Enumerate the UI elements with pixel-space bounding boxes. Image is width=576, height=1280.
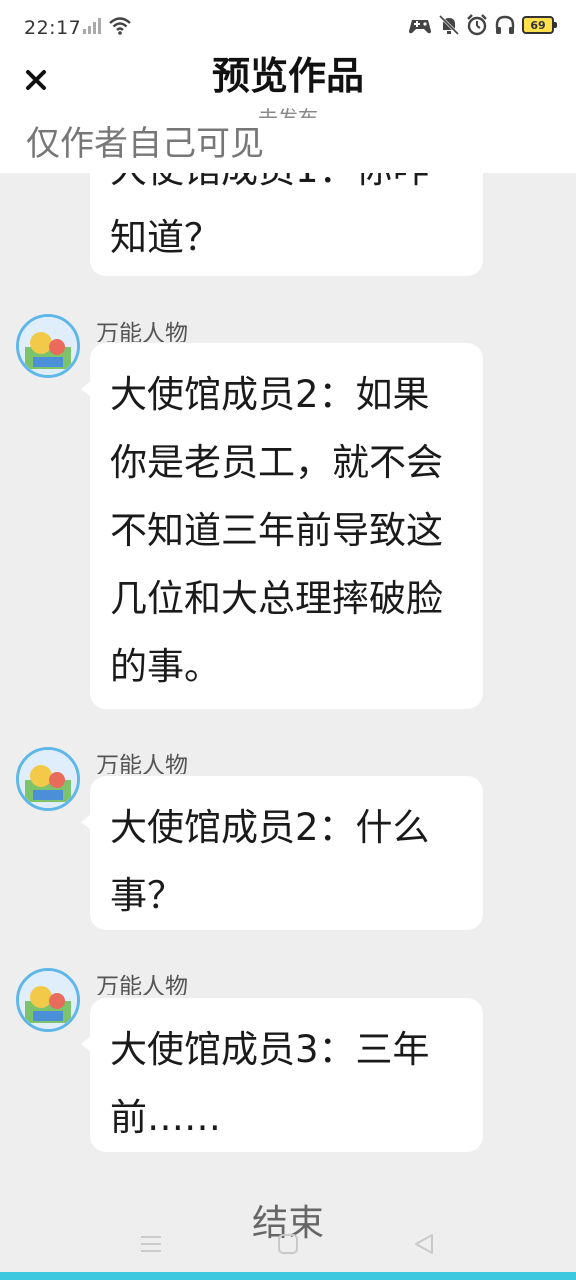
- page-title: 预览作品: [211, 56, 364, 98]
- avatar[interactable]: [16, 747, 80, 811]
- mute-notification-icon: [438, 14, 460, 36]
- status-bar: 22:17 69: [0, 0, 576, 56]
- battery-level: 69: [530, 18, 546, 32]
- menu-icon: [141, 1236, 161, 1252]
- message-text: 大使馆成员3：三年前……: [110, 1028, 430, 1139]
- menu-button[interactable]: [140, 1233, 162, 1259]
- chat-area: 大使馆成员1：你咋知道？ 万能人物 大使馆成员2：如果你是老员工，就不会不知道三…: [0, 0, 576, 1280]
- sender-name: 万能人物: [96, 321, 188, 342]
- avatar[interactable]: [16, 314, 80, 378]
- character-avatar-icon: [19, 971, 77, 1029]
- headphones-icon: [495, 15, 515, 34]
- message-bubble: 大使馆成员2：什么事？: [81, 776, 483, 930]
- preview-header: 预览作品 未发布 仅作者自己可见: [0, 56, 576, 173]
- sender-name: 万能人物: [96, 974, 188, 995]
- message-bubble: 大使馆成员2：如果你是老员工，就不会不知道三年前导致这几位和大总理摔破脸的事。: [81, 343, 483, 709]
- message-text: 大使馆成员2：什么事？: [110, 806, 430, 917]
- wifi-icon: [109, 17, 131, 35]
- sender-name: 万能人物: [96, 753, 188, 774]
- back-button[interactable]: [413, 1233, 435, 1259]
- game-mode-icon: [409, 20, 431, 34]
- back-icon: [415, 1234, 433, 1254]
- battery-icon: 69: [522, 16, 557, 34]
- message-bubble: 大使馆成员3：三年前……: [81, 998, 483, 1152]
- visibility-note: 仅作者自己可见: [26, 124, 264, 164]
- character-avatar-icon: [19, 750, 77, 808]
- cellular-signal-icon: [83, 18, 101, 34]
- home-icon: [278, 1234, 298, 1254]
- status-time: 22:17: [24, 17, 82, 39]
- publish-status: 未发布: [258, 106, 318, 118]
- avatar[interactable]: [16, 968, 80, 1032]
- message-text: 大使馆成员2：如果你是老员工，就不会不知道三年前导致这几位和大总理摔破脸的事。: [110, 373, 443, 688]
- system-nav-bar: [0, 1225, 576, 1270]
- bottom-accent-bar: [0, 1272, 576, 1280]
- character-avatar-icon: [19, 317, 77, 375]
- home-button[interactable]: [277, 1233, 299, 1259]
- alarm-icon: [467, 14, 487, 36]
